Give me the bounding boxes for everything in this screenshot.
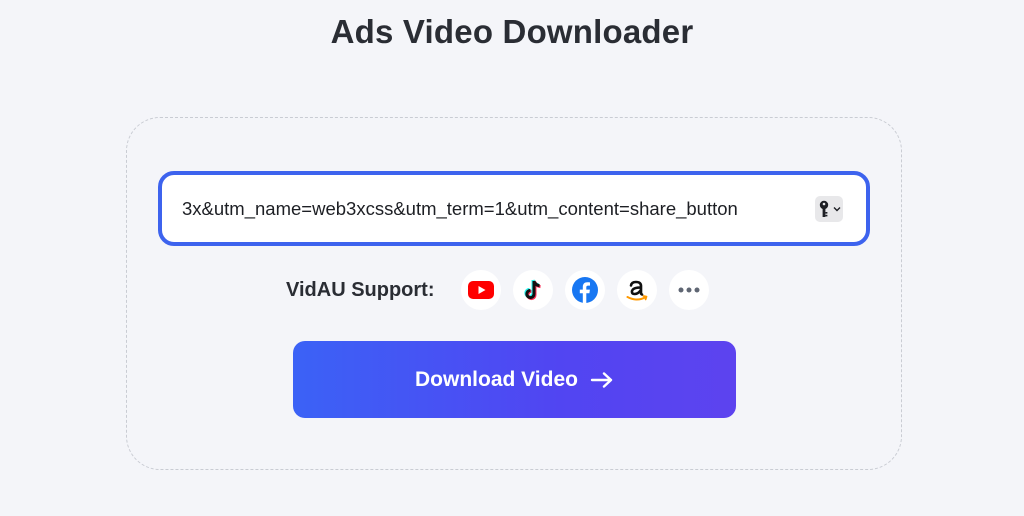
support-label: VidAU Support:: [286, 278, 435, 301]
download-video-label: Download Video: [415, 367, 578, 391]
url-field[interactable]: [158, 171, 870, 246]
tiktok-icon: [523, 279, 541, 301]
platform-amazon[interactable]: [616, 270, 657, 310]
chevron-down-icon: [833, 207, 840, 212]
arrow-right-icon: [590, 371, 613, 388]
platform-tiktok[interactable]: [512, 270, 553, 310]
page: Ads Video Downloader VidAU Support:: [0, 0, 1024, 516]
key-icon: [819, 200, 828, 217]
youtube-icon: [467, 281, 494, 299]
more-icon: [678, 287, 700, 293]
download-video-button[interactable]: Download Video: [293, 341, 736, 418]
url-input[interactable]: [182, 197, 822, 220]
amazon-icon: [626, 280, 647, 301]
support-row: VidAU Support:: [286, 269, 721, 311]
facebook-icon: [571, 277, 598, 303]
platform-youtube[interactable]: [460, 270, 501, 310]
platform-facebook[interactable]: [564, 270, 605, 310]
platform-more[interactable]: [668, 270, 709, 310]
password-autofill-key-icon[interactable]: [815, 196, 843, 222]
page-title: Ads Video Downloader: [330, 13, 694, 50]
